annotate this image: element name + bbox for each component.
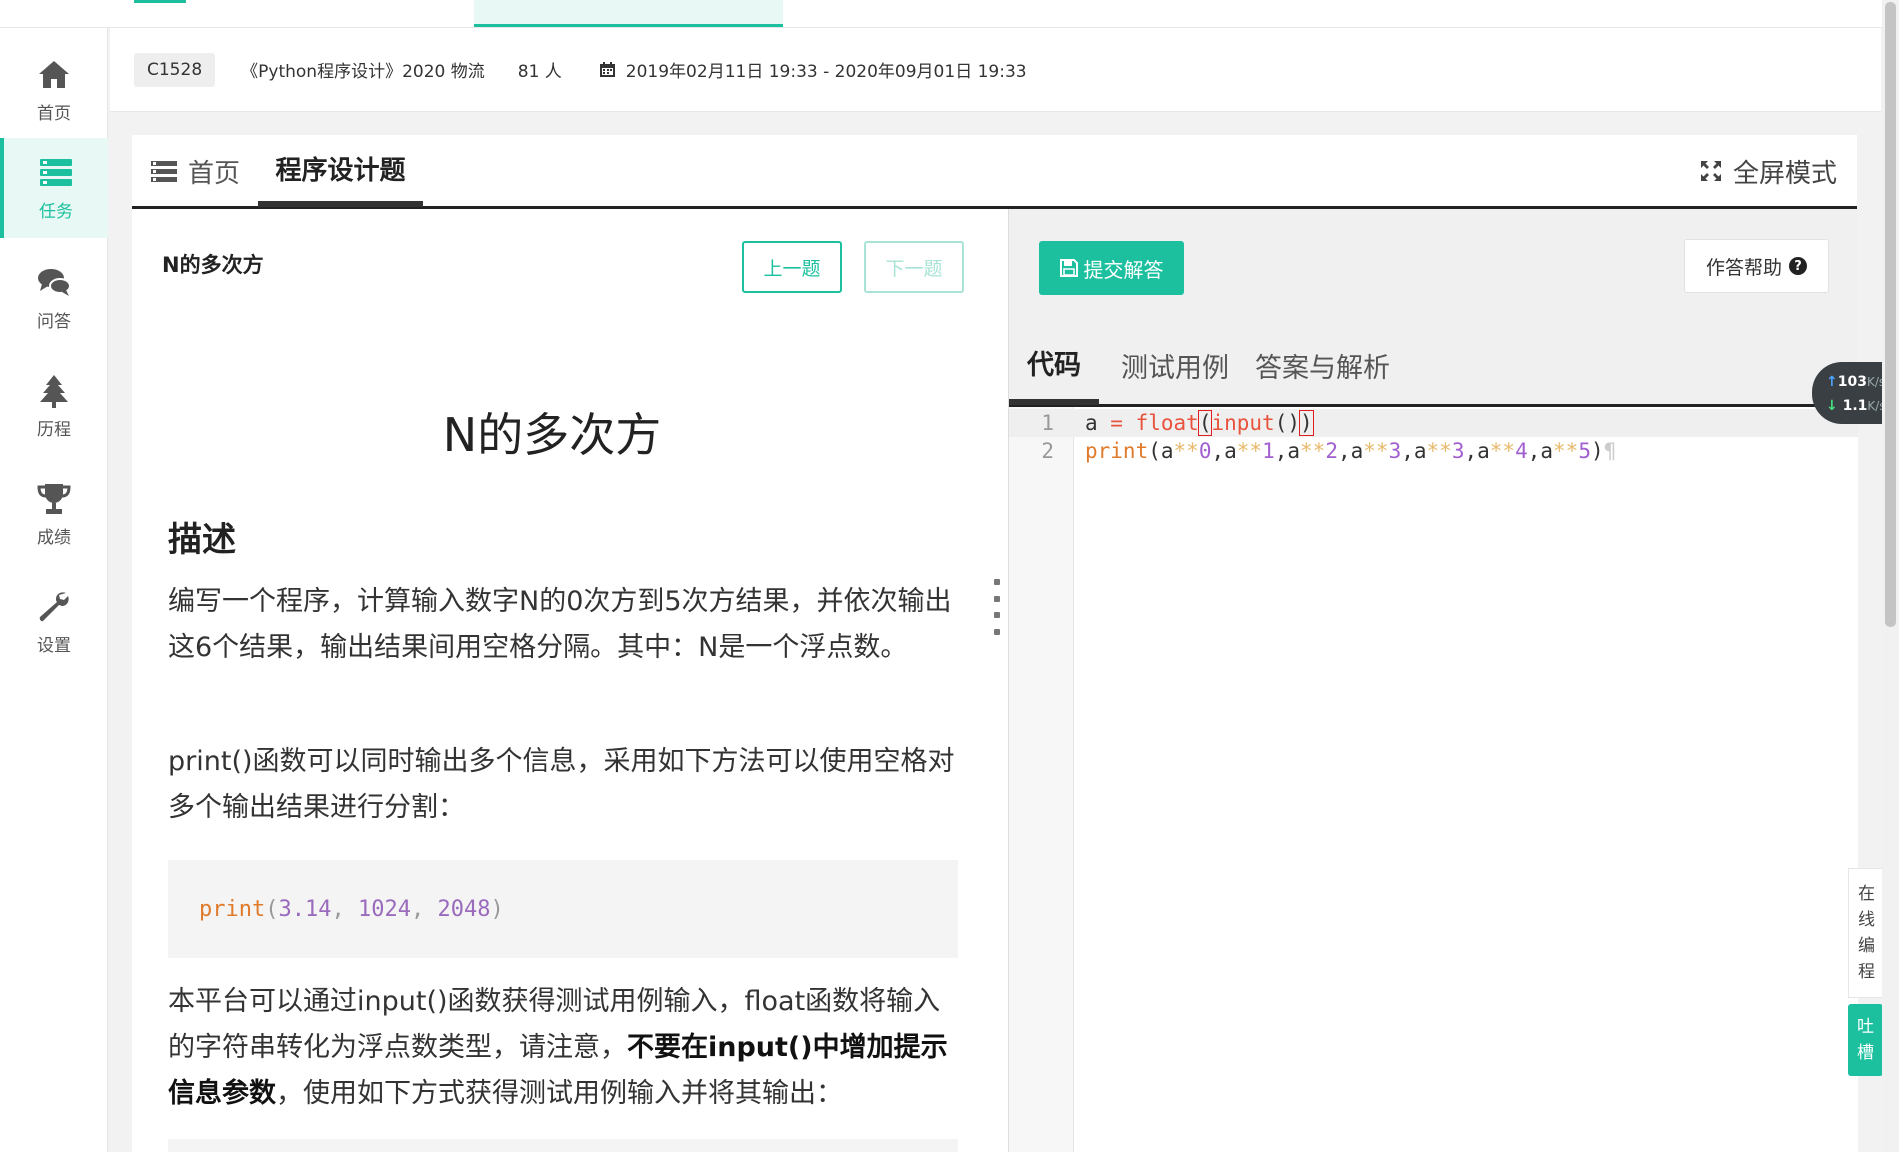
next-problem-button[interactable]: 下一题 bbox=[864, 241, 964, 293]
page-scrollbar[interactable] bbox=[1882, 0, 1899, 1152]
line-number: 1 bbox=[1041, 411, 1054, 435]
main-tabs: 首页 程序设计题 全屏模式 bbox=[132, 135, 1857, 209]
problem-pane: N的多次方 上一题 下一题 N的多次方 描述 编写一个程序，计算输入数字N的0次… bbox=[132, 209, 1008, 1152]
sidebar-item-label: 设置 bbox=[37, 635, 71, 656]
description-paragraph-3: 本平台可以通过input()函数获得测试用例输入，float函数将输入的字符串转… bbox=[168, 979, 958, 1117]
problem-title: N的多次方 bbox=[442, 408, 662, 462]
code-line-2-text: print(a**0,a**1,a**2,a**3,a**3,a**4,a**5… bbox=[1085, 439, 1617, 463]
sidebar-item-label: 问答 bbox=[37, 311, 71, 332]
description-paragraph-2: print()函数可以同时输出多个信息，采用如下方法可以使用空格对多个输出结果进… bbox=[168, 746, 955, 823]
description-heading: 描述 bbox=[168, 520, 236, 560]
upload-arrow-icon: ↑ bbox=[1826, 374, 1838, 390]
code-number: 1024 bbox=[357, 896, 411, 922]
vertical-char: 在 bbox=[1858, 884, 1875, 904]
sidebar-item-label: 历程 bbox=[37, 419, 71, 440]
description-paragraph-1: 编写一个程序，计算输入数字N的0次方到5次方结果，并依次输出这6个结果，输出结果… bbox=[168, 586, 952, 663]
paragraph-text: ，使用如下方式获得测试用例输入并将其输出： bbox=[276, 1078, 843, 1109]
download-speed: 1.1 bbox=[1842, 398, 1868, 414]
question-icon: ? bbox=[1789, 257, 1807, 275]
line-number: 2 bbox=[1041, 439, 1054, 463]
vertical-char: 程 bbox=[1858, 962, 1875, 982]
problem-heading: N的多次方 bbox=[162, 253, 264, 277]
sidebar-item-home[interactable]: 首页 bbox=[0, 40, 108, 140]
sidebar-item-label: 成绩 bbox=[37, 527, 71, 548]
home-icon bbox=[39, 60, 69, 88]
top-bar bbox=[0, 0, 1899, 28]
tab-home[interactable]: 首页 bbox=[150, 135, 240, 207]
editor-pane: 提交解答 作答帮助 ? 代码 测试用例 答案与解析 1 a = float(in… bbox=[1008, 209, 1858, 1152]
tasks-icon bbox=[40, 158, 72, 186]
top-nav-active-tab[interactable] bbox=[474, 0, 783, 27]
course-member-count: 81 人 bbox=[517, 62, 562, 82]
save-icon bbox=[1059, 259, 1078, 277]
trophy-icon bbox=[37, 483, 71, 514]
submit-label: 提交解答 bbox=[1083, 257, 1164, 282]
vertical-char: 线 bbox=[1858, 910, 1875, 930]
problem-card: 首页 程序设计题 全屏模式 N的多次方 上一题 下一题 N的多次方 描述 编写一… bbox=[132, 135, 1858, 1152]
tab-answer-analysis[interactable]: 答案与解析 bbox=[1255, 325, 1390, 405]
sidebar-item-history[interactable]: 历程 bbox=[0, 356, 108, 456]
code-line[interactable]: 2 print(a**0,a**1,a**2,a**3,a**3,a**4,a*… bbox=[1009, 437, 1858, 465]
second-code-block bbox=[168, 1139, 958, 1152]
code-function: print bbox=[199, 896, 266, 922]
code-comma: , bbox=[410, 896, 438, 922]
code-number: 2048 bbox=[437, 896, 491, 922]
vertical-char: 吐 bbox=[1857, 1017, 1874, 1037]
answer-help-button[interactable]: 作答帮助 ? bbox=[1684, 239, 1829, 293]
code-line-1-text: a = float(input()) bbox=[1085, 410, 1314, 436]
code-paren: ( bbox=[265, 896, 279, 922]
fullscreen-label: 全屏模式 bbox=[1732, 158, 1837, 189]
list-icon bbox=[151, 161, 177, 182]
expand-icon bbox=[1700, 161, 1721, 181]
example-code-block: print(3.14, 1024, 2048) bbox=[168, 860, 958, 958]
code-paren: ) bbox=[490, 896, 504, 922]
tree-icon bbox=[40, 374, 68, 408]
feedback-button[interactable]: 吐 槽 bbox=[1848, 1004, 1883, 1076]
download-arrow-icon: ↓ bbox=[1826, 398, 1838, 414]
wrench-icon bbox=[39, 591, 69, 621]
sidebar-item-settings[interactable]: 设置 bbox=[0, 572, 108, 672]
vertical-char: 槽 bbox=[1857, 1043, 1874, 1063]
previous-problem-button[interactable]: 上一题 bbox=[742, 241, 842, 293]
tab-home-label: 首页 bbox=[188, 158, 241, 189]
code-comma: , bbox=[331, 896, 358, 922]
calendar-icon bbox=[599, 62, 615, 77]
course-date-range: 2019年02月11日 19:33 - 2020年09月01日 19:33 bbox=[599, 57, 1027, 82]
tab-test-cases[interactable]: 测试用例 bbox=[1121, 325, 1229, 405]
submit-answer-button[interactable]: 提交解答 bbox=[1039, 241, 1184, 295]
pane-splitter-handle[interactable] bbox=[994, 579, 1000, 635]
online-coding-button[interactable]: 在 线 编 程 bbox=[1848, 868, 1885, 998]
logo-accent bbox=[134, 0, 186, 3]
course-header: C1528 《Python程序设计》2020 物流 81 人 2019年02月1… bbox=[110, 28, 1881, 112]
fullscreen-button[interactable]: 全屏模式 bbox=[1699, 135, 1837, 207]
course-name: 《Python程序设计》2020 物流 bbox=[241, 62, 485, 82]
course-date-text: 2019年02月11日 19:33 - 2020年09月01日 19:33 bbox=[625, 62, 1027, 82]
code-number: 3.14 bbox=[278, 896, 332, 922]
sidebar-item-grades[interactable]: 成绩 bbox=[0, 464, 108, 564]
tab-code[interactable]: 代码 bbox=[1009, 325, 1099, 405]
vertical-char: 编 bbox=[1858, 936, 1875, 956]
sidebar-item-tasks[interactable]: 任务 bbox=[0, 138, 108, 238]
sidebar-item-qa[interactable]: 问答 bbox=[0, 248, 108, 348]
course-code-badge: C1528 bbox=[134, 52, 216, 87]
code-editor[interactable]: 1 a = float(input()) 2 print(a**0,a**1,a… bbox=[1009, 407, 1858, 1152]
editor-tabs: 代码 测试用例 答案与解析 bbox=[1009, 325, 1858, 407]
line-number-gutter bbox=[1009, 407, 1074, 1152]
upload-speed: 103 bbox=[1837, 374, 1867, 390]
sidebar-item-label: 任务 bbox=[39, 201, 73, 222]
scrollbar-thumb[interactable] bbox=[1885, 2, 1896, 627]
sidebar-item-label: 首页 bbox=[37, 103, 71, 124]
tab-programming[interactable]: 程序设计题 bbox=[258, 135, 423, 207]
sidebar: 首页 任务 问答 历程 成绩 设置 bbox=[0, 28, 108, 1152]
code-line[interactable]: 1 a = float(input()) bbox=[1009, 409, 1858, 437]
help-label: 作答帮助 bbox=[1705, 256, 1782, 279]
chat-icon bbox=[38, 268, 71, 296]
